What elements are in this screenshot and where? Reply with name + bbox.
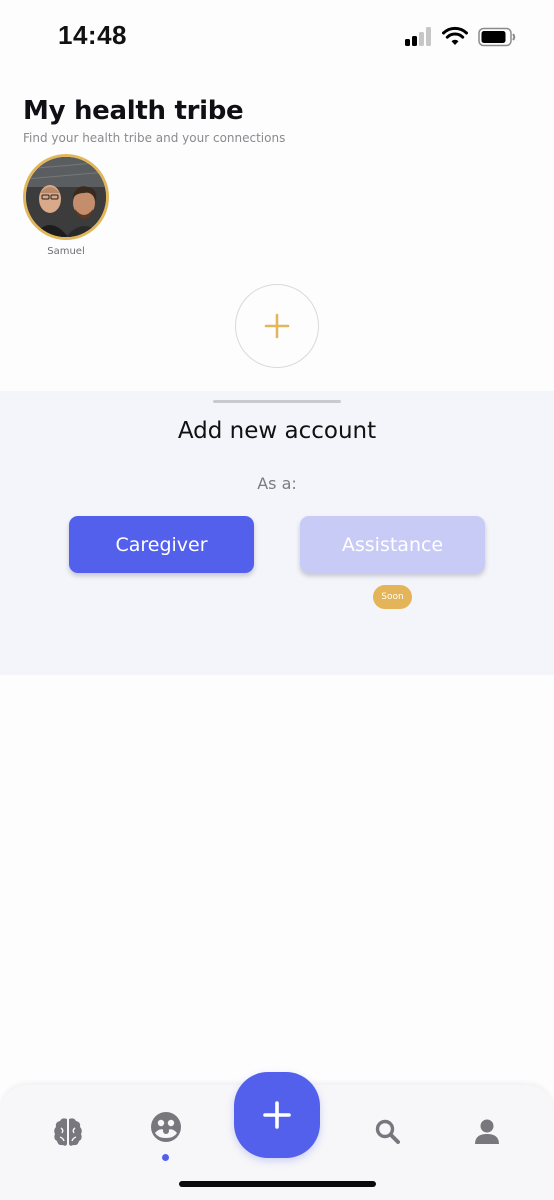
status-bar: 14:48: [0, 0, 554, 70]
battery-icon: [478, 27, 516, 47]
active-indicator: [162, 1154, 169, 1161]
sheet-handle[interactable]: [213, 400, 341, 403]
nav-profile[interactable]: [465, 1110, 509, 1154]
tribe-icon: [151, 1112, 181, 1142]
account-type-label: As a:: [257, 474, 297, 493]
status-time: 14:48: [58, 20, 127, 50]
nav-tribe[interactable]: [144, 1105, 188, 1149]
add-account-sheet: Add new account As a: Caregiver Assistan…: [0, 391, 554, 675]
brain-icon: [54, 1118, 82, 1146]
caregiver-button[interactable]: Caregiver: [69, 516, 254, 573]
plus-icon: [264, 313, 290, 339]
home-indicator: [179, 1181, 376, 1187]
wifi-icon: [442, 26, 468, 45]
nav-search[interactable]: [366, 1110, 410, 1154]
member-name: Samuel: [47, 246, 85, 257]
sheet-title: Add new account: [177, 418, 377, 444]
search-icon: [375, 1119, 400, 1144]
avatar-photo: [26, 157, 106, 237]
profile-icon: [475, 1119, 499, 1144]
add-member-button[interactable]: [235, 284, 319, 368]
tribe-member[interactable]: Samuel: [23, 154, 109, 257]
soon-badge: Soon: [373, 585, 412, 609]
page-title: My health tribe: [23, 96, 244, 126]
avatar[interactable]: [23, 154, 109, 240]
assistance-button[interactable]: Assistance: [300, 516, 485, 573]
nav-brain[interactable]: [46, 1110, 90, 1154]
plus-icon: [263, 1101, 291, 1129]
add-button[interactable]: [234, 1072, 320, 1158]
cellular-signal-icon: [405, 27, 433, 46]
page-subtitle: Find your health tribe and your connecti…: [23, 131, 286, 145]
